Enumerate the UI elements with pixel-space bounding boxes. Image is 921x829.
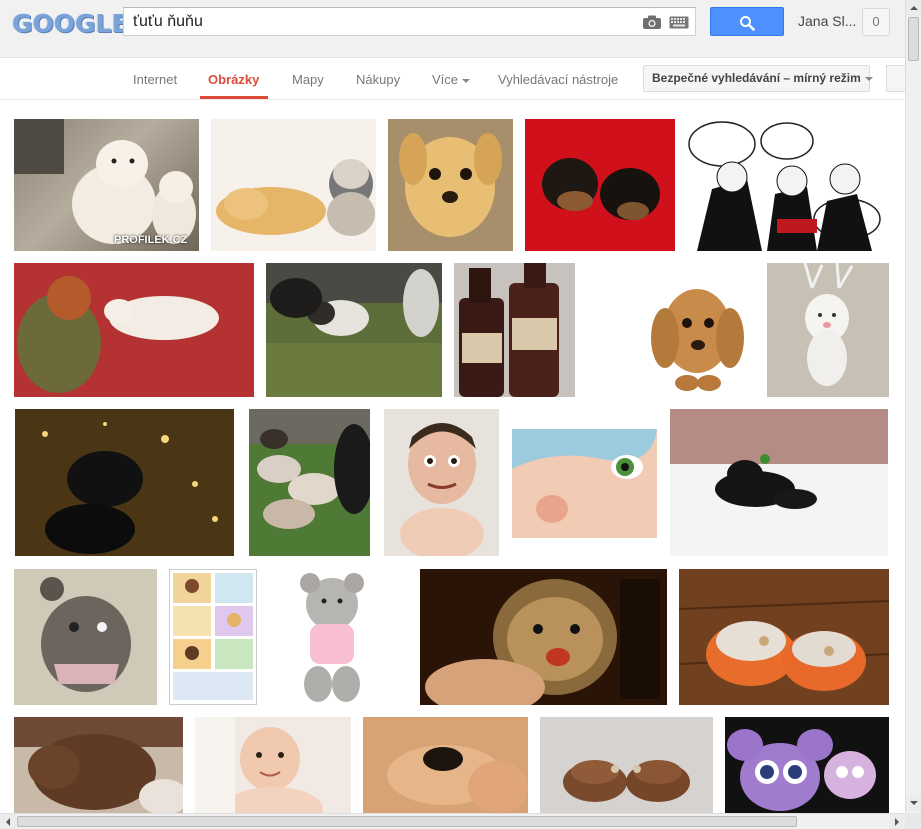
thumbnail-art: [688, 121, 881, 251]
thumbnail-art: [15, 409, 234, 556]
camera-icon[interactable]: [642, 14, 662, 30]
image-result[interactable]: [14, 263, 254, 397]
thumbnail-art: [14, 263, 254, 397]
image-result[interactable]: [388, 119, 513, 251]
tab-shopping[interactable]: Nákupy: [356, 72, 400, 87]
thumbnail-art: [459, 263, 559, 397]
thumbnail-art: [420, 569, 667, 705]
thumbnail-art: [679, 569, 889, 705]
image-result[interactable]: [587, 263, 755, 397]
image-result[interactable]: [15, 409, 234, 556]
tab-more-label: Více: [432, 72, 459, 87]
thumbnail-art: [300, 573, 364, 702]
tab-internet[interactable]: Internet: [133, 72, 177, 87]
safesearch-label: Bezpečné vyhledávání – mírný režim: [652, 71, 861, 85]
image-result[interactable]: [679, 569, 889, 705]
thumbnail-art: [542, 158, 660, 220]
thumbnail-art: [803, 263, 854, 386]
thumbnail-art: [388, 119, 513, 251]
scrollbar-corner: [905, 813, 921, 829]
search-input[interactable]: [133, 13, 633, 31]
chevron-down-icon: [462, 78, 471, 83]
image-result[interactable]: [195, 717, 351, 813]
image-result[interactable]: [767, 263, 889, 397]
scroll-left-button[interactable]: [0, 814, 16, 829]
image-result[interactable]: [454, 263, 575, 397]
user-name[interactable]: Jana Sl...: [798, 13, 856, 29]
thumbnail-art: [727, 729, 876, 811]
thumbnail-art: [563, 760, 690, 802]
thumbnail-art: [266, 263, 442, 397]
vertical-scroll-thumb[interactable]: [908, 17, 919, 61]
image-result[interactable]: [420, 569, 667, 705]
vertical-scrollbar[interactable]: [905, 0, 921, 813]
notification-count-button[interactable]: 0: [862, 8, 890, 36]
thumbnail-art: [249, 409, 370, 529]
image-result[interactable]: [363, 717, 528, 813]
settings-button-partial[interactable]: [886, 65, 905, 92]
image-result[interactable]: [670, 409, 888, 556]
google-logo[interactable]: GOOGLE: [12, 9, 129, 38]
arrow-down-icon: [910, 801, 918, 805]
search-box[interactable]: [123, 7, 696, 36]
tab-images[interactable]: Obrázky: [208, 72, 259, 87]
arrow-up-icon: [910, 6, 918, 10]
image-result[interactable]: PROFILEK.CZ: [14, 119, 199, 251]
image-result[interactable]: [266, 263, 442, 397]
thumbnail-art: [40, 577, 131, 692]
image-result[interactable]: [725, 717, 889, 813]
image-result[interactable]: [169, 569, 257, 705]
thumbnail-art: [216, 159, 375, 236]
thumbnail-art: [195, 717, 323, 813]
tab-maps[interactable]: Mapy: [292, 72, 324, 87]
arrow-left-icon: [6, 818, 10, 826]
browser-viewport: GOOGLE Jan: [0, 0, 921, 829]
thumbnail-art: [670, 409, 888, 556]
tab-more[interactable]: Více: [432, 72, 471, 87]
keyboard-icon[interactable]: [669, 16, 689, 29]
thumbnail-art: [651, 289, 744, 391]
image-result[interactable]: [687, 119, 885, 251]
watermark: PROFILEK.CZ: [114, 234, 188, 246]
image-result[interactable]: [14, 717, 183, 813]
scroll-up-button[interactable]: [906, 0, 921, 16]
thumbnail-art: [363, 717, 528, 813]
chevron-down-icon: [864, 76, 873, 81]
image-result[interactable]: [512, 429, 657, 538]
image-result[interactable]: [540, 717, 713, 813]
image-result[interactable]: [288, 569, 376, 705]
arrow-right-icon: [895, 818, 899, 826]
safesearch-dropdown[interactable]: Bezpečné vyhledávání – mírný režim: [643, 65, 873, 92]
image-result[interactable]: [384, 409, 499, 556]
thumbnail-art: [14, 717, 183, 813]
tab-search-tools[interactable]: Vyhledávací nástroje: [498, 72, 618, 87]
magnifier-icon: [740, 16, 755, 31]
scroll-down-button[interactable]: [906, 795, 921, 811]
image-result[interactable]: [211, 119, 376, 251]
scroll-right-button[interactable]: [889, 814, 905, 829]
thumbnail-art: [173, 573, 253, 700]
image-result[interactable]: [249, 409, 370, 556]
google-header: GOOGLE Jan: [0, 0, 905, 58]
horizontal-scrollbar[interactable]: [0, 813, 905, 829]
thumbnail-art: [14, 119, 196, 244]
active-tab-indicator: [200, 96, 268, 99]
image-results-grid: PROFILEK.CZ: [0, 100, 905, 813]
image-result[interactable]: [525, 119, 675, 251]
search-button[interactable]: [710, 7, 784, 36]
thumbnail-art: [512, 429, 657, 538]
thumbnail-art: [400, 423, 484, 556]
search-tabs: Internet Obrázky Mapy Nákupy Více Vyhled…: [0, 59, 905, 100]
horizontal-scroll-thumb[interactable]: [17, 816, 797, 827]
image-result[interactable]: [14, 569, 157, 705]
